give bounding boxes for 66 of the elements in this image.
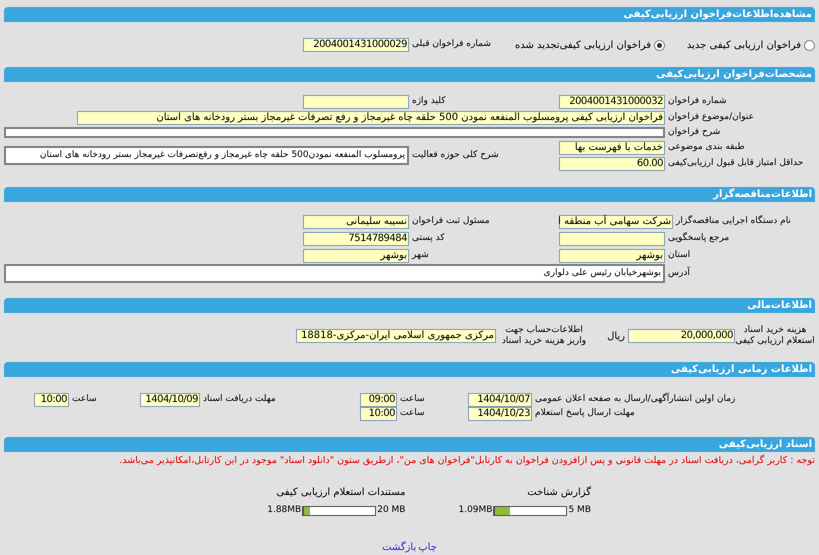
radio-button[interactable]	[654, 40, 665, 50]
text-field[interactable]: 1404/10/23	[468, 407, 532, 421]
field-label: اطلاعات‌حساب جهت واریز هزینه خرید اسناد	[502, 325, 586, 347]
section-header: اسناد ارزیابی‌کیفی	[4, 437, 815, 452]
section-header: مشخصات‌فراخوان ارزیابی‌کیفی	[4, 67, 815, 82]
text-field[interactable]	[4, 127, 665, 138]
field-label: شهر	[412, 248, 429, 262]
radio-label: فراخوان ارزیابی کیفی‌تجدید شده	[515, 38, 652, 52]
section-header: اطلاعات‌مناقصه‌گزار	[4, 187, 815, 202]
field-label: آدرس	[668, 266, 690, 280]
document-title: گزارش شناخت	[527, 485, 591, 499]
section-header: مشاهده‌اطلاعات‌فراخوان ارزیابی‌کیفی	[4, 7, 815, 22]
text-field[interactable]: 10:00	[360, 407, 397, 421]
text-field[interactable]	[303, 94, 409, 108]
text-field[interactable]: 1404/10/07	[468, 393, 532, 407]
text-field[interactable]: 10:00	[34, 393, 69, 407]
field-label: استان	[668, 248, 690, 262]
currency-label: ریال	[607, 330, 625, 344]
link[interactable]: چاپ	[418, 540, 437, 555]
text-field[interactable]: 7514789484	[303, 232, 409, 246]
text-field[interactable]: نسیبه سلیمانی	[303, 214, 409, 228]
text-field[interactable]: شرکت سهامی آب منطقه ا	[559, 214, 673, 228]
text-field[interactable]: 60.00	[559, 156, 665, 170]
file-size: 1.09MB	[458, 504, 492, 518]
link[interactable]: بازگشت	[382, 540, 416, 555]
text-area[interactable]: بوشهرخیابان رئیس علی دلواری	[4, 264, 665, 283]
section-header: اطلاعات‌مالی	[4, 298, 815, 313]
field-label: مسئول ثبت فراخوان	[412, 214, 490, 228]
text-field[interactable]: خدمات با فهرست بها	[559, 140, 665, 154]
size-limit: 20 MB	[377, 504, 406, 518]
field-label: نام دستگاه اجرایی مناقصه‌گزار	[676, 214, 791, 228]
text-field[interactable]: مرکزی جمهوری اسلامی ایران-مرکزی-18818	[296, 329, 496, 343]
size-limit: 5 MB	[568, 504, 591, 518]
text-field[interactable]: 20,000,000	[628, 329, 735, 343]
field-label: حداقل امتیاز قابل قبول ارزیابی‌کیفی	[668, 156, 804, 170]
field-label: زمان اولین انتشارآگهی/ارسال به صفحه اعلان عمومی	[535, 393, 736, 406]
text-field[interactable]: 2004001431000032	[559, 94, 665, 108]
text-field[interactable]: فراخوان ارزیابی کیفی پرومسلوب المنفعه نمودن 500 حلقه چاه غیرمجاز و رفع تصرفات غیرمجاز بستر رودخانه های استان	[77, 110, 665, 124]
field-label: مرجع پاسخگویی	[668, 232, 730, 245]
notice-text: توجه : کاربر گرامی، دریافت اسناد در مهلت قانونی و پس ازافزودن فراخوان به کارتابل"فراخوان های من"، ازطریق ستون "دانلود اسناد" موجود در این کارتابل،امکانپذیر می‌باشد.	[118, 454, 816, 468]
field-label: شرح کلی حوزه فعالیت	[412, 148, 499, 162]
radio-label: فراخوان ارزیابی کیفی جدید	[686, 38, 801, 52]
radio-button[interactable]	[804, 40, 815, 50]
field-label: کلید واژه	[412, 94, 446, 108]
field-label: مهلت دریافت اسناد	[203, 393, 276, 406]
text-area[interactable]: پرومسلوب المنفعه نمودن500 حلقه چاه غیرمجاز و رفع‌تصرفات غیرمجاز بستر رودخانه های استان	[4, 146, 409, 165]
text-field[interactable]: 09:00	[360, 393, 397, 407]
field-label: شماره فراخوان	[668, 94, 726, 108]
document-title: مستندات استعلام ارزیابی کیفی	[276, 486, 406, 499]
field-label: شرح فراخوان	[668, 126, 720, 139]
file-size: 1.88MB	[267, 504, 302, 518]
text-field[interactable]: 1404/10/09	[140, 393, 200, 407]
field-label: طبقه بندی موضوعی	[668, 140, 745, 154]
field-label: شماره فراخوان قبلی	[412, 38, 491, 52]
text-field[interactable]: بوشهر	[559, 248, 665, 262]
field-label: عنوان/موضوع فراخوان	[668, 110, 754, 124]
text-field[interactable]: 2004001431000029	[303, 38, 409, 52]
field-label: ساعت	[72, 393, 96, 406]
field-label: کد پستی	[412, 232, 445, 245]
text-field[interactable]	[559, 232, 665, 246]
field-label: ساعت	[400, 407, 424, 420]
field-label: ساعت	[400, 393, 424, 406]
text-field[interactable]: بوشهر	[303, 248, 409, 262]
field-label: مهلت ارسال پاسخ استعلام	[535, 407, 635, 420]
field-label: هزینه خرید اسناد استعلام ارزیابی کیفی	[735, 325, 815, 347]
section-header: اطلاعات زمانی ارزیابی‌کیفی	[4, 362, 815, 377]
